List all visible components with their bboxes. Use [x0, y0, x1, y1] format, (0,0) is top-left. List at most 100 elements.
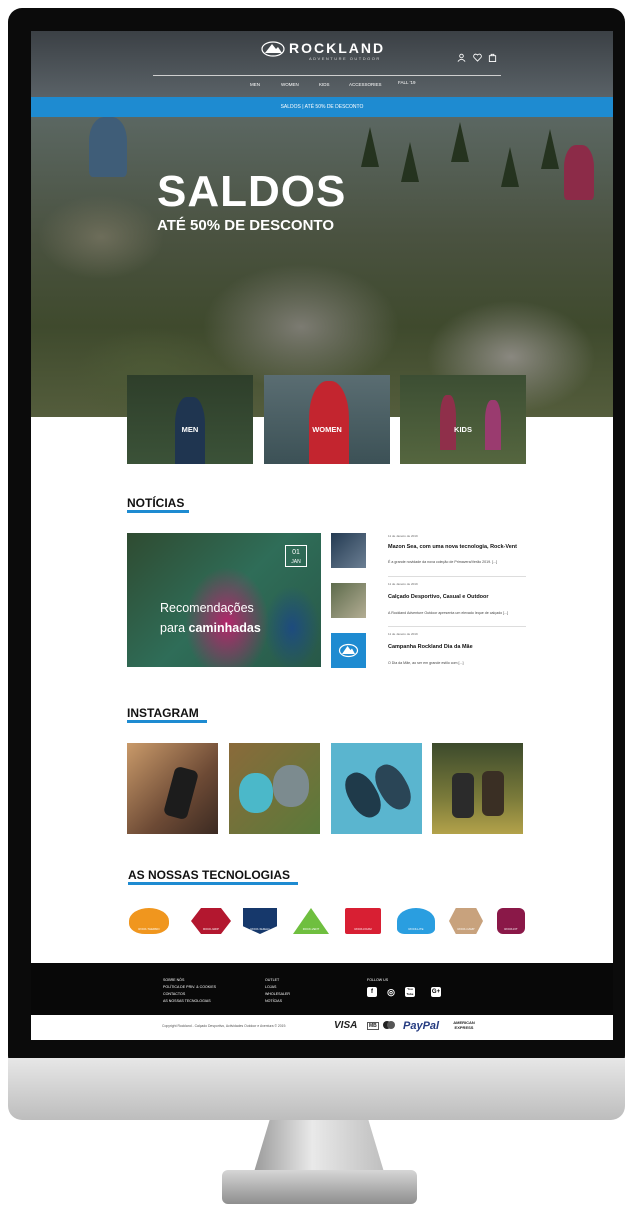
- tech-badge-rock-shield[interactable]: ROCK-SHIELD: [243, 908, 277, 934]
- news-item-title[interactable]: Campanha Rockland Dia da Mãe: [388, 644, 473, 650]
- technologies-section-title: AS NOSSAS TECNOLOGIAS: [128, 868, 291, 882]
- facebook-icon[interactable]: f: [367, 987, 377, 997]
- paypal-logo: PayPal: [403, 1020, 440, 1032]
- copyright-text: Copyright Rockland - Calçado Desportivo,…: [162, 1024, 287, 1028]
- heart-icon[interactable]: [472, 53, 482, 63]
- footer-link[interactable]: WHOLESALER: [265, 992, 290, 996]
- nav-fall-19[interactable]: FALL '19: [398, 80, 415, 85]
- promo-banner[interactable]: SALDOS | ATÉ 50% DE DESCONTO: [31, 97, 613, 117]
- copyright-bar: [31, 1015, 613, 1035]
- monitor-stand-base: [222, 1170, 417, 1204]
- tech-label: ROCK-VENT: [302, 927, 320, 931]
- tech-label: ROCK-FIT: [504, 927, 518, 931]
- instagram-post[interactable]: [432, 743, 523, 834]
- tech-label: ROCK-THERMO: [138, 927, 160, 931]
- footer-link[interactable]: OUTLET: [265, 978, 279, 982]
- instagram-post[interactable]: [331, 743, 422, 834]
- news-thumbnail[interactable]: [331, 583, 366, 618]
- hero-subtitle: ATÉ 50% DE DESCONTO: [157, 217, 334, 234]
- nav-accessories[interactable]: ACCESSORIES: [349, 82, 382, 87]
- model-figure: [440, 395, 456, 450]
- section-underline: [127, 720, 207, 723]
- tree-shape: [401, 142, 419, 182]
- footer-link[interactable]: CONTACTOS: [163, 992, 185, 996]
- nav-men[interactable]: MEN: [250, 82, 260, 87]
- tech-badge-rock-vent[interactable]: ROCK-VENT: [293, 908, 329, 934]
- tech-badge-rock-foam[interactable]: ROCK-FOAM: [345, 908, 381, 934]
- news-date-badge: 01 JAN: [285, 545, 307, 567]
- boot-shape: [482, 771, 504, 816]
- boot-shape: [452, 773, 474, 818]
- brand-tagline: ADVENTURE OUTDOOR: [309, 56, 381, 61]
- news-featured-line2-bold: caminhadas: [188, 621, 261, 635]
- footer-link[interactable]: POLÍTICA DE PRIV. & COOKIES: [163, 985, 216, 989]
- news-item-date: 11 de Janeiro de 2019: [388, 632, 418, 636]
- tech-label: ROCK-SHIELD: [250, 927, 270, 931]
- tree-shape: [541, 129, 559, 169]
- news-section-title: NOTÍCIAS: [127, 496, 185, 510]
- tech-badge-rock-camp[interactable]: ROCK-CAMP: [449, 908, 483, 934]
- brand-name[interactable]: ROCKLAND: [289, 40, 385, 56]
- news-featured-line2-pre: para: [160, 621, 186, 635]
- category-tile-kids[interactable]: KIDS: [400, 375, 526, 464]
- news-item-excerpt: A Rockland Adventure Outdoor apresenta u…: [388, 611, 509, 615]
- news-thumbnail[interactable]: [331, 633, 366, 668]
- category-tile-women[interactable]: WOMEN: [264, 375, 390, 464]
- site-header: ROCKLAND ADVENTURE OUTDOOR MEN WOMEN KID…: [31, 31, 613, 97]
- footer-link[interactable]: LOJAS: [265, 985, 276, 989]
- monitor-chin: [8, 1058, 625, 1120]
- hero-title: SALDOS: [157, 167, 347, 216]
- website-screen: ROCKLAND ADVENTURE OUTDOOR MEN WOMEN KID…: [31, 31, 613, 1040]
- tech-label: ROCK-LITE: [408, 927, 424, 931]
- instagram-post[interactable]: [229, 743, 320, 834]
- category-label: WOMEN: [312, 425, 342, 434]
- news-item-excerpt: É a grande novidade da nova coleção de P…: [388, 560, 498, 564]
- news-item-date: 11 de Janeiro de 2019: [388, 534, 418, 538]
- hiker-figure: [564, 145, 594, 200]
- mastercard-circle: [387, 1021, 395, 1029]
- section-underline: [127, 510, 189, 513]
- multibanco-logo: MB: [367, 1022, 379, 1030]
- nav-kids[interactable]: KIDS: [319, 82, 330, 87]
- category-tile-men[interactable]: MEN: [127, 375, 253, 464]
- shoe-shape: [273, 765, 309, 807]
- nav-women[interactable]: WOMEN: [281, 82, 299, 87]
- user-icon[interactable]: [456, 53, 466, 63]
- instagram-section-title: INSTAGRAM: [127, 706, 199, 720]
- tech-badge-rock-thermo[interactable]: ROCK-THERMO: [129, 908, 169, 934]
- instagram-icon[interactable]: ◎: [386, 987, 396, 997]
- news-item-title[interactable]: Mazon Sea, com uma nova tecnologia, Rock…: [388, 544, 517, 550]
- header-divider: [153, 75, 501, 76]
- news-featured-card[interactable]: 01 JAN Recomendações para caminhadas: [127, 533, 321, 667]
- tech-badge-rock-grip[interactable]: ROCK-GRIP: [191, 908, 231, 934]
- tech-badge-rock-lite[interactable]: ROCK-LITE: [397, 908, 435, 934]
- news-month: JAN: [291, 559, 301, 565]
- news-featured-line2: para caminhadas: [160, 621, 261, 635]
- news-divider: [388, 626, 526, 627]
- section-underline: [128, 882, 298, 885]
- news-item-title[interactable]: Calçado Desportivo, Casual e Outdoor: [388, 594, 489, 600]
- category-label: KIDS: [454, 425, 472, 434]
- google-plus-icon[interactable]: G+: [431, 987, 441, 997]
- tech-label: ROCK-CAMP: [457, 927, 475, 931]
- logo-mountain-icon: [338, 643, 359, 658]
- site-footer: [31, 963, 613, 1015]
- boot-shape: [162, 765, 200, 821]
- news-divider: [388, 576, 526, 577]
- news-thumbnail[interactable]: [331, 533, 366, 568]
- footer-link[interactable]: NOTÍCIAS: [265, 999, 282, 1003]
- instagram-post[interactable]: [127, 743, 218, 834]
- hero-banner[interactable]: SALDOS ATÉ 50% DE DESCONTO: [31, 117, 613, 417]
- news-item-date: 11 de Janeiro de 2019: [388, 582, 418, 586]
- tech-badge-rock-fit[interactable]: ROCK-FIT: [497, 908, 525, 934]
- tree-shape: [451, 122, 469, 162]
- amex-logo: AMERICAN EXPRESS: [453, 1020, 475, 1030]
- footer-link[interactable]: AS NOSSAS TECNOLOGIAS: [163, 999, 211, 1003]
- follow-us-label: FOLLOW US: [367, 978, 389, 982]
- tech-label: ROCK-GRIP: [203, 927, 219, 931]
- bag-icon[interactable]: [487, 53, 497, 63]
- logo-mountain-icon[interactable]: [261, 41, 285, 57]
- footer-link[interactable]: SOBRE NÓS: [163, 978, 184, 982]
- youtube-icon[interactable]: You Tube: [405, 987, 415, 997]
- news-day: 01: [292, 549, 300, 556]
